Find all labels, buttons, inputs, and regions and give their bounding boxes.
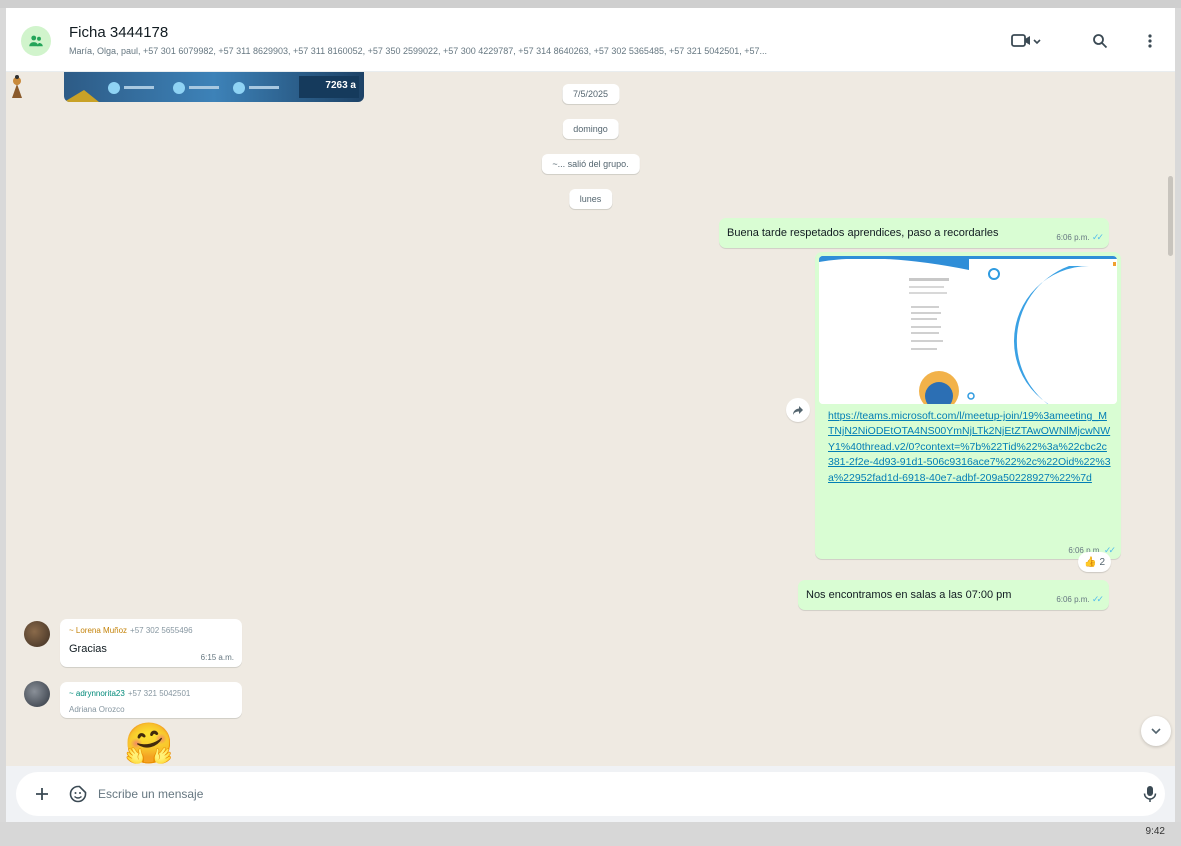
teams-invite-thumbnail <box>819 256 1117 404</box>
outgoing-message[interactable]: Buena tarde respetados aprendices, paso … <box>719 218 1109 248</box>
message-time: 6:06 p.m. <box>1056 595 1090 604</box>
mic-icon <box>1143 786 1157 802</box>
outgoing-message[interactable]: Nos encontramos en salas a las 07:00 pm … <box>798 580 1109 610</box>
image-caption-text: 7263 a <box>325 80 356 91</box>
link-preview-image[interactable] <box>819 256 1117 404</box>
chat-header[interactable]: Ficha 3444178 María, Olga, paul, +57 301… <box>6 8 1175 72</box>
sender-name[interactable]: ~ adrynnorita23 <box>69 689 125 698</box>
today-separator: lunes <box>568 189 613 209</box>
sender-phone: +57 321 5042501 <box>127 689 191 698</box>
incoming-message[interactable]: ~ adrynnorita23 +57 321 5042501 Adriana O… <box>60 682 242 718</box>
thumbs-up-icon: 👍 <box>1084 556 1097 568</box>
whatsapp-web-app: Ficha 3444178 María, Olga, paul, +57 301… <box>6 8 1175 822</box>
sender-line: ~ adrynnorita23 +57 321 5042501 <box>69 689 190 698</box>
sender-avatar[interactable] <box>24 681 50 707</box>
sender-name[interactable]: ~ Lorena Muñoz <box>69 626 127 635</box>
scroll-to-bottom-button[interactable] <box>1141 716 1171 746</box>
reaction-badge[interactable]: 👍 2 <box>1078 552 1112 572</box>
image-thumbnail <box>64 76 359 102</box>
chat-members-list[interactable]: María, Olga, paul, +57 301 6079982, +57 … <box>69 46 981 56</box>
attach-button[interactable] <box>30 782 54 806</box>
day-separator: domingo <box>562 119 619 139</box>
composer <box>16 772 1165 816</box>
sender-display-name: Adriana Orozco <box>69 705 125 714</box>
message-time: 6:06 p.m. <box>1056 233 1090 242</box>
read-ticks-icon: ✓✓ <box>1091 232 1104 242</box>
forward-button[interactable] <box>786 398 810 422</box>
message-meta: 6:06 p.m. ✓✓ <box>1056 594 1104 605</box>
scrollbar-thumb[interactable] <box>1168 176 1173 256</box>
os-top-strip <box>0 0 1181 8</box>
forward-icon <box>793 406 803 415</box>
sender-phone: +57 302 5655496 <box>130 626 193 635</box>
chat-title[interactable]: Ficha 3444178 <box>69 24 168 41</box>
group-icon <box>29 35 43 47</box>
message-input[interactable] <box>98 782 1098 806</box>
video-call-button[interactable] <box>1002 28 1050 54</box>
message-text: Nos encontramos en salas a las 07:00 pm <box>806 589 1012 601</box>
chat-menu-button[interactable] <box>1140 28 1160 54</box>
system-notice: ~... salió del grupo. <box>541 154 640 174</box>
sticker-icon <box>69 785 87 803</box>
message-list[interactable]: 7263 a 7/5/2025 domingo ~... salió del g… <box>6 72 1175 766</box>
chevron-down-icon <box>1151 728 1161 735</box>
video-camera-icon <box>1011 34 1041 47</box>
reaction-count: 2 <box>1099 556 1106 568</box>
image-message[interactable]: 7263 a <box>64 72 364 102</box>
composer-bar <box>6 766 1175 822</box>
sender-avatar[interactable] <box>6 72 28 100</box>
sticker-button[interactable] <box>66 782 90 806</box>
message-text: Buena tarde respetados aprendices, paso … <box>727 227 999 239</box>
date-separator: 7/5/2025 <box>561 84 620 104</box>
taskbar-clock: 9:42 <box>1145 826 1165 837</box>
doll-avatar-icon <box>12 75 22 98</box>
message-text: Gracias <box>69 643 107 655</box>
search-icon <box>1093 34 1108 49</box>
group-avatar[interactable] <box>21 26 51 56</box>
menu-dots-icon <box>1148 34 1152 48</box>
read-ticks-icon: ✓✓ <box>1091 594 1104 604</box>
meeting-link[interactable]: https://teams.microsoft.com/l/meetup-joi… <box>828 409 1112 486</box>
os-taskbar <box>0 822 1181 846</box>
message-meta: 6:06 p.m. ✓✓ <box>1056 232 1104 243</box>
outgoing-link-message[interactable]: https://teams.microsoft.com/l/meetup-joi… <box>815 252 1121 559</box>
hug-emoji-message[interactable]: 🤗 <box>124 724 174 764</box>
message-time: 6:15 a.m. <box>200 653 234 662</box>
search-button[interactable] <box>1086 28 1114 54</box>
plus-icon <box>36 788 48 800</box>
incoming-message[interactable]: ~ Lorena Muñoz +57 302 5655496 Gracias 6:… <box>60 619 242 667</box>
sender-line: ~ Lorena Muñoz +57 302 5655496 <box>69 626 193 635</box>
voice-message-button[interactable] <box>1138 782 1162 806</box>
sender-avatar[interactable] <box>24 621 50 647</box>
